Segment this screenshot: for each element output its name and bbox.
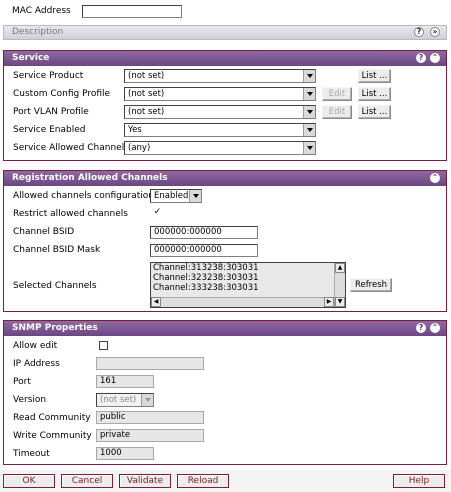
registration-panel: Registration Allowed Channels ⌃ Allowed … — [3, 170, 447, 312]
mac-address-label: MAC Address — [12, 6, 71, 16]
service-enabled-label: Service Enabled — [13, 125, 86, 135]
snmp-title: SNMP Properties — [12, 323, 98, 333]
write-community-label: Write Community — [13, 431, 92, 441]
registration-title: Registration Allowed Channels — [12, 173, 168, 183]
vertical-scrollbar[interactable]: ▲ ▼ — [334, 263, 345, 307]
custom-config-profile-select[interactable]: (not set) — [124, 87, 316, 101]
service-product-select[interactable]: (not set) — [124, 69, 316, 83]
allow-edit-checkbox[interactable] — [99, 341, 108, 350]
mac-address-input[interactable] — [82, 5, 182, 18]
collapse-icon[interactable]: ⌃ — [430, 173, 440, 183]
ok-button[interactable]: OK — [3, 474, 55, 488]
port-vlan-profile-select[interactable]: (not set) — [124, 105, 316, 119]
timeout-label: Timeout — [13, 449, 50, 459]
service-panel: Service ? ⌃ Service Product (not set) Li… — [3, 50, 447, 161]
cancel-button[interactable]: Cancel — [61, 474, 113, 488]
restrict-checkbox[interactable]: ✓ — [153, 208, 162, 218]
channel-bsid-mask-input[interactable]: 000000:000000 — [150, 244, 258, 257]
version-label: Version — [13, 395, 47, 405]
horizontal-scrollbar[interactable]: ◀ ▶ — [151, 297, 334, 307]
service-title: Service — [12, 53, 50, 63]
help-icon[interactable]: ? — [416, 53, 426, 63]
port-vlan-edit-button[interactable]: Edit — [322, 105, 352, 119]
collapse-icon[interactable]: ⌃ — [430, 323, 440, 333]
custom-config-edit-button[interactable]: Edit — [322, 87, 352, 101]
footer-bar: OK Cancel Validate Reload Help — [0, 470, 451, 492]
registration-header: Registration Allowed Channels ⌃ — [4, 171, 446, 186]
restrict-label: Restrict allowed channels — [13, 209, 128, 219]
channel-bsid-mask-label: Channel BSID Mask — [13, 245, 101, 255]
help-icon[interactable]: ? — [416, 323, 426, 333]
list-item[interactable]: Channel:323238:303031 — [151, 273, 345, 283]
description-bar[interactable]: Description ? » — [3, 25, 447, 40]
reload-button[interactable]: Reload — [177, 474, 229, 488]
ip-address-label: IP Address — [13, 359, 60, 369]
service-allowed-channel-select[interactable]: (any) — [124, 141, 316, 155]
read-community-label: Read Community — [13, 413, 91, 423]
service-product-list-button[interactable]: List ... — [358, 69, 391, 83]
scroll-left-icon[interactable]: ◀ — [151, 297, 161, 307]
timeout-input[interactable]: 1000 — [96, 447, 154, 460]
custom-config-profile-label: Custom Config Profile — [13, 89, 111, 99]
allowed-config-label: Allowed channels configuration — [13, 191, 154, 201]
service-header: Service ? ⌃ — [4, 51, 446, 66]
expand-icon[interactable]: » — [430, 27, 440, 37]
allowed-config-select[interactable]: Enabled — [150, 189, 202, 203]
help-icon[interactable]: ? — [414, 27, 424, 37]
service-product-label: Service Product — [13, 71, 84, 81]
help-button[interactable]: Help — [393, 474, 445, 488]
port-input[interactable]: 161 — [96, 375, 154, 388]
port-vlan-list-button[interactable]: List ... — [358, 105, 391, 119]
selected-channels-listbox[interactable]: Channel:313238:303031 Channel:323238:303… — [150, 262, 346, 308]
channel-bsid-input[interactable]: 000000:000000 — [150, 226, 258, 239]
read-community-input[interactable]: public — [96, 411, 204, 424]
port-vlan-profile-label: Port VLAN Profile — [13, 107, 89, 117]
channel-bsid-label: Channel BSID — [13, 227, 75, 237]
port-label: Port — [13, 377, 31, 387]
selected-channels-label: Selected Channels — [13, 281, 97, 291]
description-label: Description — [12, 27, 64, 37]
collapse-icon[interactable]: ⌃ — [430, 53, 440, 63]
list-item[interactable]: Channel:313238:303031 — [151, 263, 345, 273]
scroll-up-icon[interactable]: ▲ — [335, 263, 345, 273]
scroll-right-icon[interactable]: ▶ — [324, 297, 334, 307]
refresh-button[interactable]: Refresh — [350, 278, 392, 292]
scroll-down-icon[interactable]: ▼ — [335, 297, 345, 307]
snmp-panel: SNMP Properties ? ⌃ Allow edit IP Addres… — [3, 320, 447, 465]
version-select[interactable]: (not set) — [96, 393, 154, 407]
ip-address-input[interactable] — [96, 357, 204, 370]
snmp-header: SNMP Properties ? ⌃ — [4, 321, 446, 336]
service-allowed-channel-label: Service Allowed Channel — [13, 143, 125, 153]
validate-button[interactable]: Validate — [119, 474, 171, 488]
service-enabled-select[interactable]: Yes — [124, 123, 316, 137]
custom-config-list-button[interactable]: List ... — [358, 87, 391, 101]
allow-edit-label: Allow edit — [13, 341, 58, 351]
write-community-input[interactable]: private — [96, 429, 204, 442]
list-item[interactable]: Channel:333238:303031 — [151, 283, 345, 293]
